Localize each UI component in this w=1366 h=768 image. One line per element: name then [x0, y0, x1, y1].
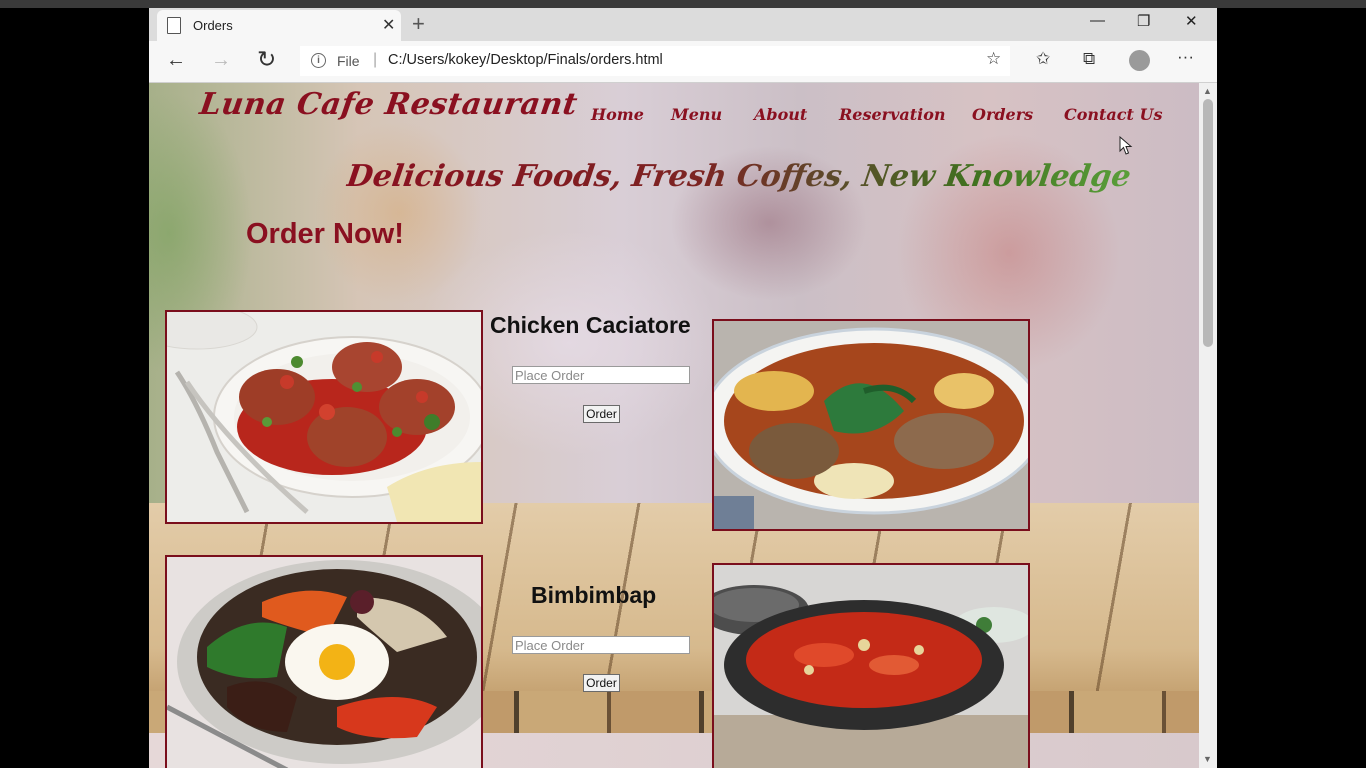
file-scheme-label: File — [337, 53, 360, 69]
web-page: Luna Cafe Restaurant Home Menu About Res… — [149, 83, 1199, 768]
scrollbar-thumb[interactable] — [1203, 99, 1213, 347]
refresh-icon[interactable]: ↻ — [257, 46, 276, 73]
favorites-icon[interactable]: ✩ — [1036, 49, 1050, 69]
tagline: Delicious Foods, Fresh Coffes, New Knowl… — [344, 159, 1134, 194]
collections-icon[interactable]: ⧉ — [1083, 49, 1095, 69]
address-separator: | — [373, 51, 378, 68]
order-button-1[interactable]: Order — [583, 405, 620, 423]
kimchi-stew-image — [712, 563, 1030, 768]
tab-title: Orders — [193, 18, 233, 33]
screen-top-bar — [0, 0, 1366, 8]
nav-about[interactable]: About — [754, 105, 807, 124]
stew-image — [712, 319, 1030, 531]
brand-logo[interactable]: Luna Cafe Restaurant — [198, 87, 580, 122]
scroll-up-icon[interactable]: ▲ — [1203, 86, 1212, 96]
info-icon[interactable]: i — [311, 53, 326, 68]
nav-home[interactable]: Home — [591, 105, 644, 124]
address-toolbar: ← → ↻ i File | C:/Users/kokey/Desktop/Fi… — [149, 41, 1217, 83]
place-order-input-1[interactable] — [512, 366, 690, 384]
tab-strip: Orders ✕ + — ❐ ✕ — [149, 8, 1217, 41]
maximize-icon[interactable]: ❐ — [1137, 12, 1150, 30]
close-window-icon[interactable]: ✕ — [1185, 12, 1198, 30]
forward-icon[interactable]: → — [211, 49, 231, 72]
address-bar[interactable]: i File | C:/Users/kokey/Desktop/Finals/o… — [300, 46, 1010, 76]
order-now-heading: Order Now! — [246, 218, 404, 250]
url-text[interactable]: C:/Users/kokey/Desktop/Finals/orders.htm… — [388, 52, 663, 68]
new-tab-icon[interactable]: + — [412, 11, 425, 37]
bimbimbap-image — [165, 555, 483, 768]
back-icon[interactable]: ← — [166, 49, 186, 72]
minimize-icon[interactable]: — — [1090, 12, 1105, 29]
profile-avatar[interactable] — [1129, 50, 1150, 71]
dish-name-bimbimbap: Bimbimbap — [531, 582, 657, 608]
nav-reservation[interactable]: Reservation — [839, 105, 946, 124]
mouse-cursor-icon — [1119, 136, 1133, 155]
place-order-input-2[interactable] — [512, 636, 690, 654]
nav-orders[interactable]: Orders — [972, 105, 1033, 124]
more-options-icon[interactable]: ··· — [1177, 47, 1194, 67]
scroll-down-icon[interactable]: ▼ — [1203, 754, 1212, 764]
order-button-2[interactable]: Order — [583, 674, 620, 692]
browser-window: Orders ✕ + — ❐ ✕ ← → ↻ i File | C:/Users… — [149, 8, 1217, 768]
tab-orders[interactable]: Orders ✕ — [157, 10, 401, 41]
page-icon — [167, 17, 181, 34]
vertical-scrollbar[interactable]: ▲ ▼ — [1199, 83, 1217, 768]
nav-contact-us[interactable]: Contact Us — [1064, 105, 1162, 124]
nav-menu[interactable]: Menu — [671, 105, 722, 124]
tab-close-icon[interactable]: ✕ — [382, 15, 395, 35]
chicken-caciatore-image — [165, 310, 483, 524]
dish-name-chicken-caciatore: Chicken Caciatore — [490, 312, 691, 338]
favorite-star-icon[interactable]: ☆ — [986, 49, 1001, 69]
